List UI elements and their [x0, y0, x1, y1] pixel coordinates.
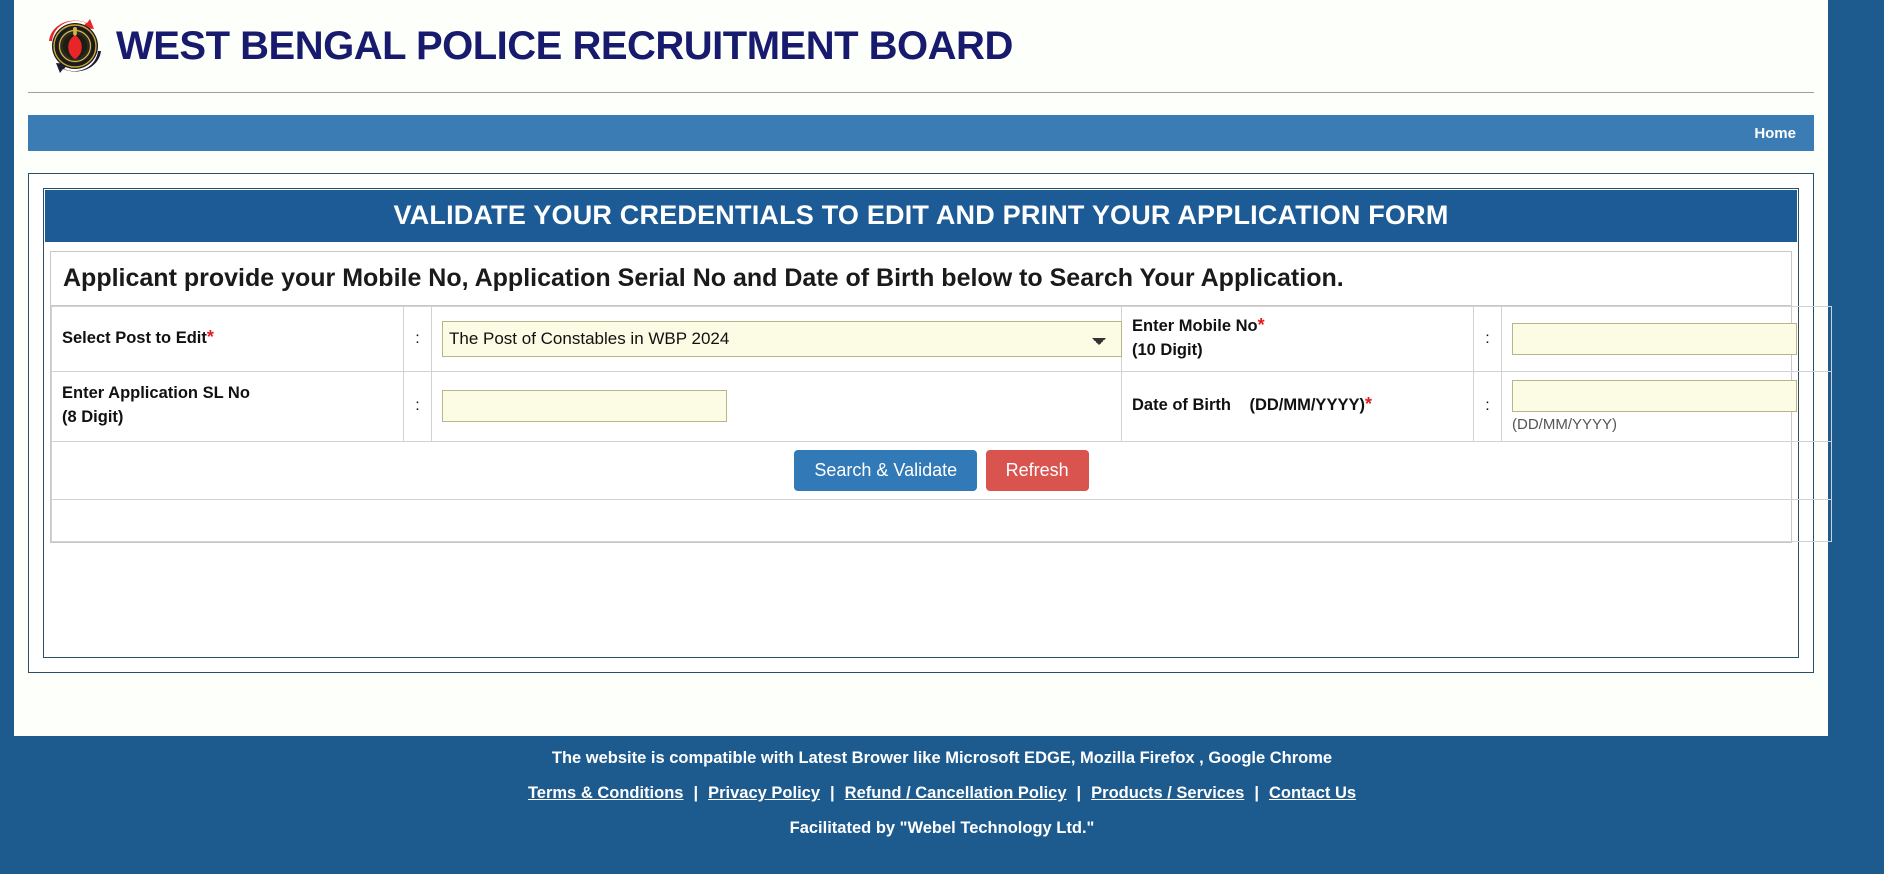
mobile-colon: :	[1473, 306, 1502, 372]
dob-format-label: (DD/MM/YYYY)	[1249, 396, 1365, 415]
mobile-label-cell: Enter Mobile No* (10 Digit)	[1121, 306, 1474, 372]
dob-hint: (DD/MM/YYYY)	[1512, 415, 1617, 433]
dob-colon: :	[1473, 370, 1502, 442]
footer-credit: Facilitated by "Webel Technology Ltd."	[789, 819, 1095, 837]
footer-link-contact[interactable]: Contact Us	[1269, 784, 1356, 802]
instruction-text: Applicant provide your Mobile No, Applic…	[51, 252, 1791, 306]
panel-title: VALIDATE YOUR CREDENTIALS TO EDIT AND PR…	[45, 190, 1797, 242]
footer-separator: |	[830, 784, 835, 802]
post-label-cell: Select Post to Edit*	[51, 306, 404, 372]
refresh-button[interactable]: Refresh	[985, 449, 1089, 491]
spacer-row	[51, 498, 1832, 542]
footer-link-privacy[interactable]: Privacy Policy	[708, 784, 820, 802]
select-post-label: Select Post to Edit	[62, 328, 207, 347]
footer-separator: |	[693, 784, 699, 802]
spacer-cell	[51, 498, 1832, 542]
sl-colon: :	[403, 370, 432, 442]
post-colon: :	[403, 306, 432, 372]
site-title: WEST BENGAL POLICE RECRUITMENT BOARD	[116, 23, 1013, 68]
mobile-required-marker: *	[1257, 315, 1265, 335]
footer-links: Terms & Conditions | Privacy Policy | Refund…	[0, 784, 1884, 803]
site-header: WEST BENGAL POLICE RECRUITMENT BOARD	[28, 0, 1814, 93]
footer-separator: |	[1076, 784, 1082, 802]
nav-item-home[interactable]: Home	[1754, 125, 1814, 142]
application-panel-inner: VALIDATE YOUR CREDENTIALS TO EDIT AND PR…	[43, 188, 1832, 658]
mobile-sublabel: (10 Digit)	[1132, 340, 1203, 359]
date-of-birth-input[interactable]	[1512, 379, 1797, 412]
select-post-dropdown[interactable]: The Post of Constables in WBP 2024	[442, 320, 1122, 357]
mobile-label: Enter Mobile No	[1132, 317, 1258, 335]
page-root: WEST BENGAL POLICE RECRUITMENT BOARD Hom…	[0, 0, 1884, 874]
credentials-form-table: Select Post to Edit* : The Post of Const…	[51, 306, 1832, 542]
footer-link-refund[interactable]: Refund / Cancellation Policy	[845, 784, 1067, 802]
mobile-number-input[interactable]	[1512, 322, 1797, 355]
form-actions-row: Search & Validate Refresh	[51, 440, 1832, 500]
site-footer: The website is compatible with Latest Br…	[0, 736, 1884, 874]
search-validate-button[interactable]: Search & Validate	[794, 449, 978, 491]
application-sl-input[interactable]	[442, 390, 727, 423]
form-box: Applicant provide your Mobile No, Applic…	[50, 251, 1832, 543]
table-row: Select Post to Edit* : The Post of Const…	[51, 306, 1832, 372]
footer-link-terms[interactable]: Terms & Conditions	[528, 784, 684, 802]
dob-label-cell: Date of Birth (DD/MM/YYYY)*	[1121, 370, 1474, 442]
footer-link-products[interactable]: Products / Services	[1091, 784, 1244, 802]
sl-label-cell: Enter Application SL No (8 Digit)	[51, 370, 404, 442]
dob-label: Date of Birth	[1132, 396, 1231, 415]
dob-required-marker: *	[1364, 394, 1372, 415]
application-panel-outer: VALIDATE YOUR CREDENTIALS TO EDIT AND PR…	[28, 173, 1832, 673]
post-field-cell: The Post of Constables in WBP 2024	[431, 306, 1122, 372]
post-required-marker: *	[206, 326, 214, 347]
sl-field-cell	[431, 370, 1122, 442]
mobile-field-cell	[1501, 306, 1832, 372]
footer-compatibility-text: The website is compatible with Latest Br…	[551, 749, 1333, 767]
application-sl-sublabel: (8 Digit)	[62, 408, 124, 427]
form-actions-cell: Search & Validate Refresh	[51, 440, 1832, 500]
application-sl-label: Enter Application SL No	[62, 384, 250, 403]
table-row: Enter Application SL No (8 Digit) : Date…	[51, 370, 1832, 442]
content-shell: WEST BENGAL POLICE RECRUITMENT BOARD Hom…	[14, 0, 1832, 736]
wbprb-emblem-logo-icon	[44, 15, 106, 77]
dob-field-cell: (DD/MM/YYYY)	[1501, 370, 1832, 442]
main-navbar: Home	[28, 115, 1814, 151]
footer-separator: |	[1254, 784, 1259, 802]
